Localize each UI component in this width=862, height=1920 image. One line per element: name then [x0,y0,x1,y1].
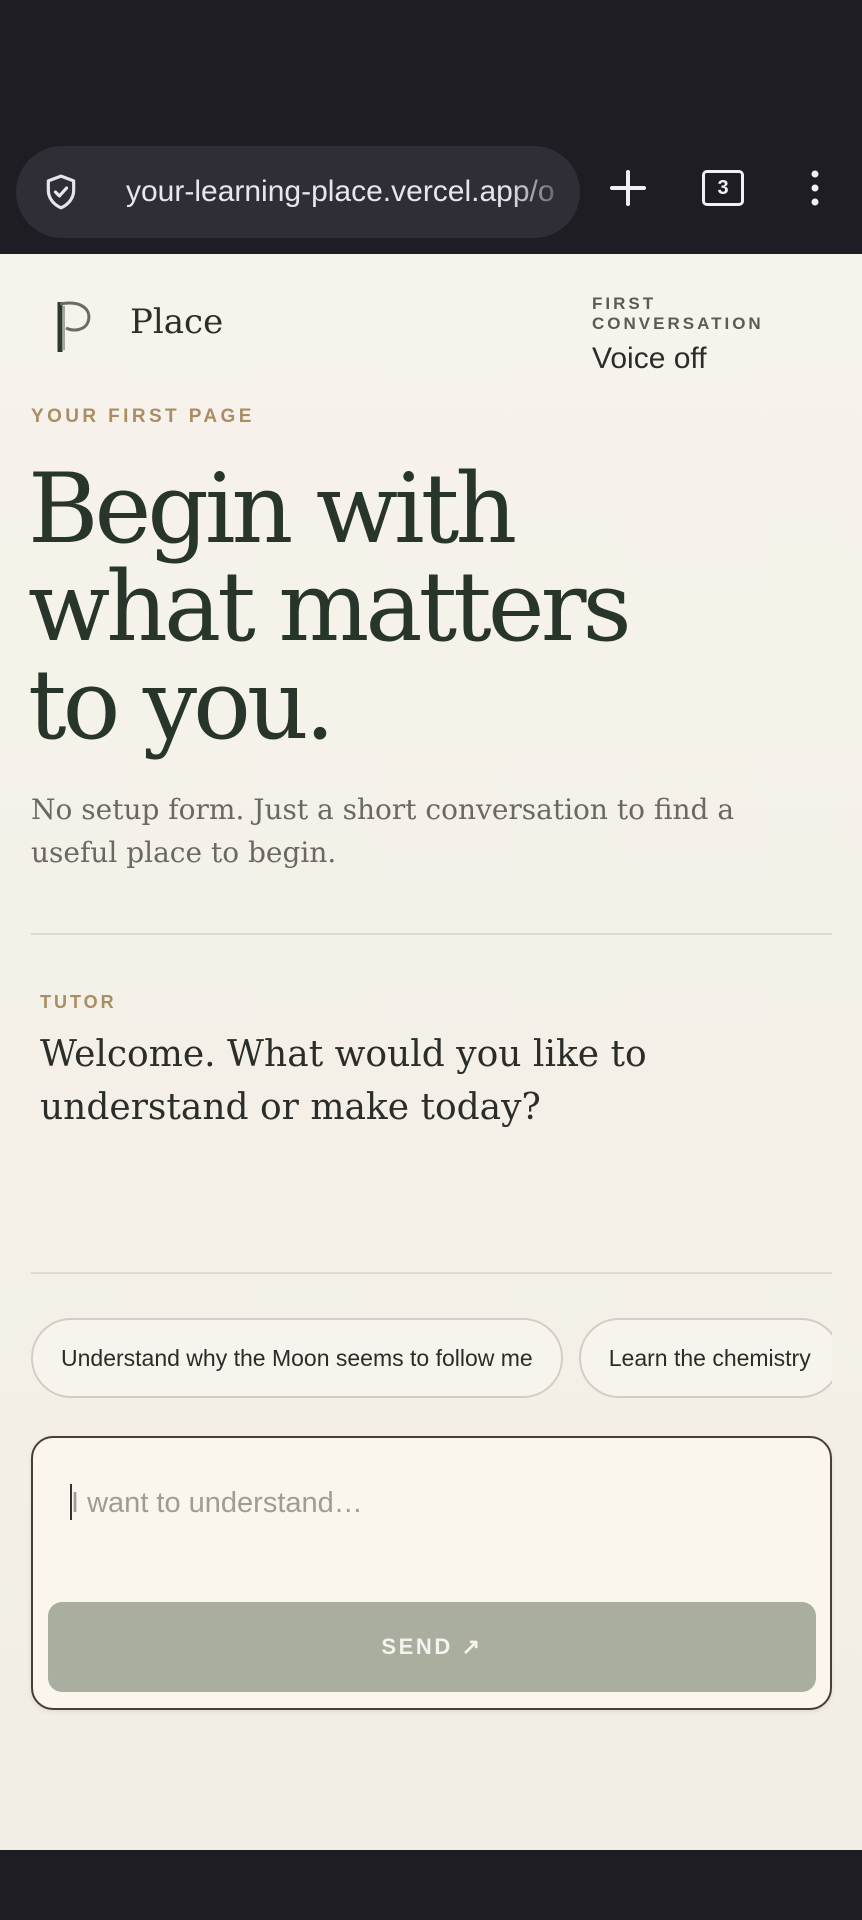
page-content: Place FIRST CONVERSATION Voice off YOUR … [0,254,862,1850]
divider [31,1272,832,1274]
message-input[interactable] [69,1474,773,1532]
headline-line: to you. [28,649,335,761]
shield-check-icon[interactable] [42,173,80,211]
suggestion-chip[interactable]: Understand why the Moon seems to follow … [31,1318,563,1398]
page-subtitle: No setup form. Just a short conversation… [31,793,735,869]
browser-toolbar: your-learning-place.vercel.app/o 3 [0,140,862,254]
system-nav-bar [0,1850,862,1920]
logo-icon [57,301,91,352]
brand-name[interactable]: Place [130,302,223,342]
tab-count: 3 [702,170,744,206]
suggestion-chips: Understand why the Moon seems to follow … [31,1318,832,1398]
page-title: Begin with what matters to you. [28,460,808,754]
tutor-message: Welcome. What would you like to understa… [40,1034,647,1128]
divider [31,933,832,935]
url-text[interactable]: your-learning-place.vercel.app/o [126,146,576,238]
conversation-status: FIRST CONVERSATION Voice off [592,294,822,376]
headline-line: what matters [28,551,632,663]
page-kicker: YOUR FIRST PAGE [31,406,255,427]
status-bar [0,0,862,140]
plus-icon[interactable] [606,166,650,210]
address-bar[interactable]: your-learning-place.vercel.app/o [16,146,580,238]
kebab-menu-icon[interactable] [800,166,830,210]
tutor-label: TUTOR [40,992,117,1012]
conversation-label: FIRST CONVERSATION [592,294,764,333]
send-button[interactable]: SEND ↗ [48,1602,816,1692]
suggestion-chip[interactable]: Learn the chemistry [578,1318,832,1398]
headline-line: Begin with [28,453,517,565]
message-composer: SEND ↗ [31,1436,832,1710]
tab-switcher-icon[interactable]: 3 [700,166,744,210]
voice-toggle[interactable]: Voice off [592,342,822,376]
